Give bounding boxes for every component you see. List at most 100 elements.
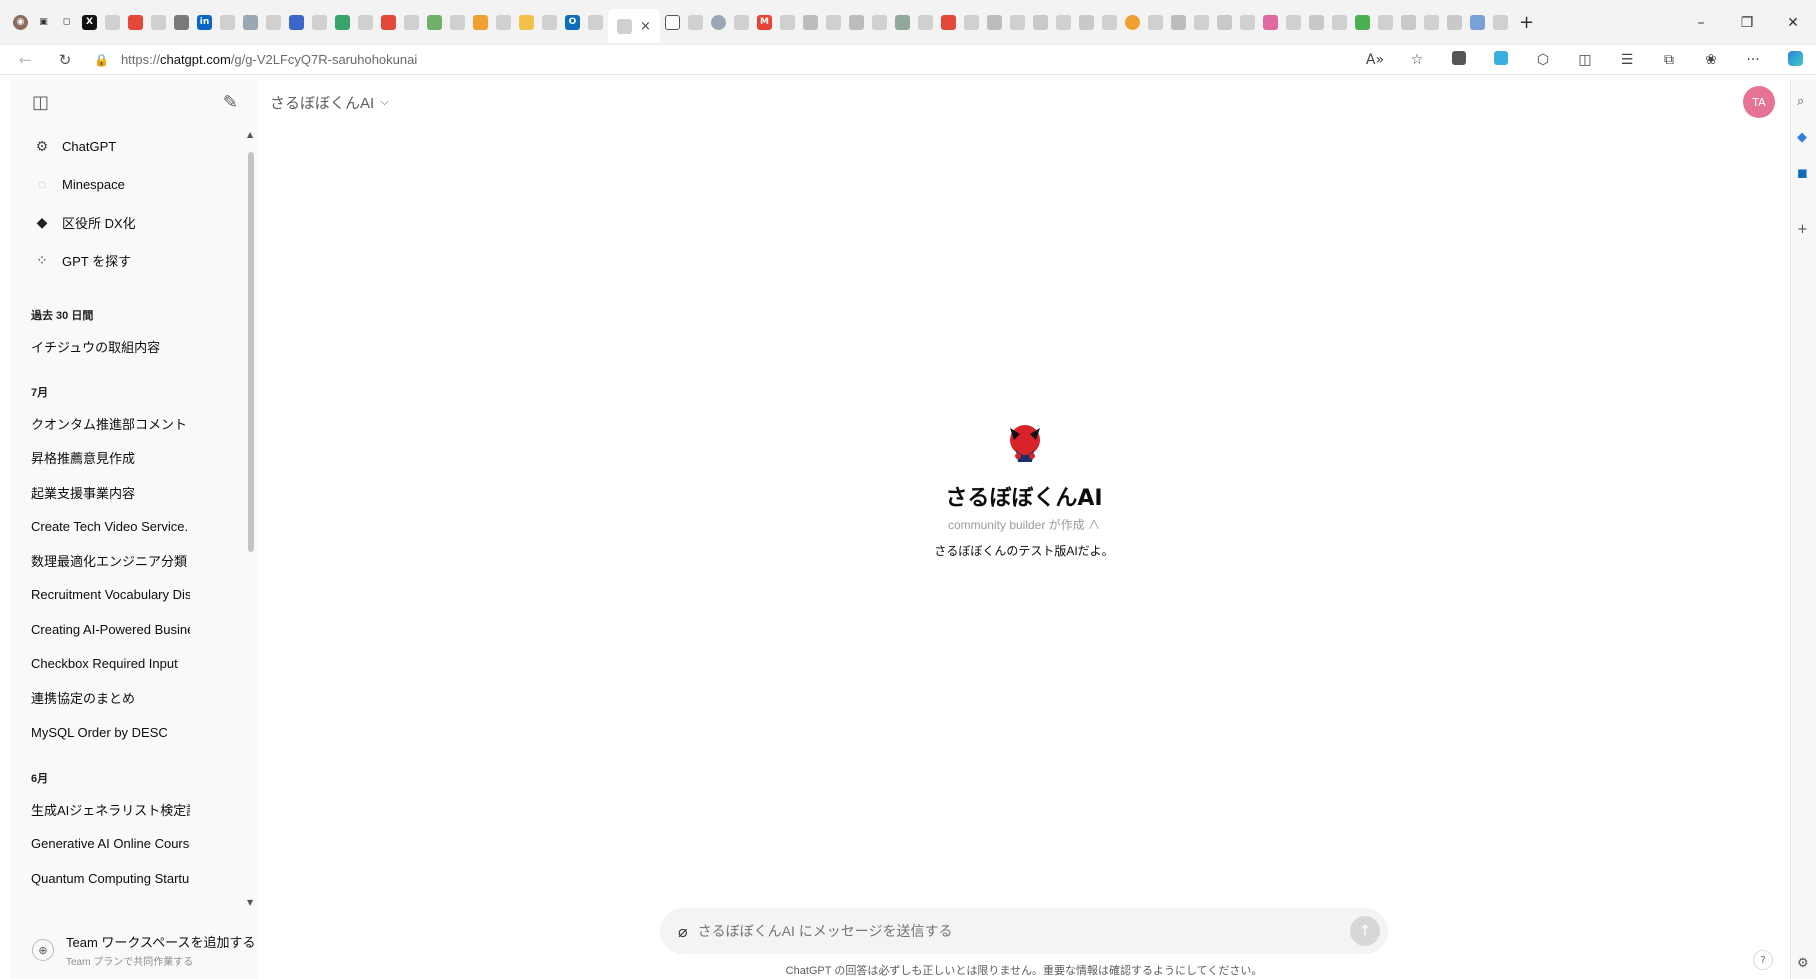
extension-blue-icon[interactable] bbox=[1480, 51, 1522, 69]
tab-item[interactable] bbox=[309, 7, 330, 37]
outlook-rail-icon[interactable]: ◼ bbox=[1797, 166, 1808, 181]
message-input[interactable] bbox=[697, 923, 1350, 939]
tab-item[interactable] bbox=[1191, 7, 1212, 37]
restore-button[interactable]: ❐ bbox=[1724, 15, 1770, 31]
tab-item[interactable] bbox=[1007, 7, 1028, 37]
history-item[interactable]: Recruitment Vocabulary Discuss bbox=[10, 578, 190, 612]
history-item[interactable]: 数理最適化エンジニア分類 bbox=[10, 543, 190, 577]
tab-item[interactable]: O bbox=[562, 7, 583, 37]
tab-item[interactable] bbox=[869, 7, 890, 37]
tab-item[interactable] bbox=[823, 7, 844, 37]
tab-item[interactable] bbox=[286, 7, 307, 37]
collections-icon[interactable]: ⧉ bbox=[1648, 52, 1690, 68]
tab-x[interactable]: X bbox=[79, 7, 100, 37]
tab-item[interactable] bbox=[171, 7, 192, 37]
sidebar-item-chatgpt[interactable]: ⚙ ChatGPT bbox=[10, 127, 258, 165]
tab-item[interactable] bbox=[102, 7, 123, 37]
add-team-workspace-button[interactable]: ⊕ Team ワークスペースを追加する Team プランで共同作業する bbox=[10, 925, 258, 975]
extensions-puzzle-icon[interactable]: ⬡ bbox=[1522, 52, 1564, 68]
tab-item[interactable] bbox=[263, 7, 284, 37]
sidebar-item-kuyakusho-dx[interactable]: ◆ 区役所 DX化 bbox=[10, 203, 258, 241]
tab-item[interactable] bbox=[1214, 7, 1235, 37]
favorite-star-icon[interactable]: ☆ bbox=[1396, 52, 1438, 68]
tab-item[interactable] bbox=[984, 7, 1005, 37]
tab-actions[interactable]: ◻ bbox=[56, 7, 77, 37]
tab-item[interactable] bbox=[1076, 7, 1097, 37]
tab-item[interactable] bbox=[1398, 7, 1419, 37]
tab-item[interactable] bbox=[685, 7, 706, 37]
tab-item[interactable] bbox=[217, 7, 238, 37]
minimize-button[interactable]: – bbox=[1678, 15, 1724, 31]
history-item[interactable]: MySQL Order by DESC bbox=[10, 715, 190, 749]
send-button[interactable]: ↑ bbox=[1350, 916, 1380, 946]
tab-item[interactable] bbox=[961, 7, 982, 37]
add-rail-icon[interactable]: + bbox=[1797, 222, 1808, 237]
copilot-icon[interactable] bbox=[1774, 50, 1816, 70]
tab-item[interactable] bbox=[1444, 7, 1465, 37]
tab-item[interactable] bbox=[1168, 7, 1189, 37]
new-chat-icon[interactable]: ✎ bbox=[223, 92, 238, 113]
tab-item[interactable] bbox=[938, 7, 959, 37]
sidebar-item-minespace[interactable]: ◌ Minespace bbox=[10, 165, 258, 203]
model-selector[interactable]: さるぼぼくんAI ⌵ bbox=[270, 92, 389, 113]
tab-item[interactable] bbox=[915, 7, 936, 37]
tab-item[interactable] bbox=[1490, 7, 1511, 37]
history-item[interactable]: イチジュウの取組内容 bbox=[10, 329, 190, 363]
tab-item[interactable] bbox=[332, 7, 353, 37]
tab-item[interactable] bbox=[1237, 7, 1258, 37]
tab-workspaces[interactable]: ▣ bbox=[33, 7, 54, 37]
tab-item[interactable] bbox=[539, 7, 560, 37]
copilot-rail-icon[interactable]: ◆ bbox=[1797, 130, 1807, 145]
history-item[interactable]: 連携協定のまとめ bbox=[10, 681, 190, 715]
tab-item[interactable] bbox=[240, 7, 261, 37]
tab-item[interactable] bbox=[892, 7, 913, 37]
scroll-up-arrow-icon[interactable]: ▲ bbox=[247, 130, 253, 139]
tab-item[interactable] bbox=[585, 7, 606, 37]
tab-item[interactable] bbox=[800, 7, 821, 37]
split-screen-icon[interactable]: ◫ bbox=[1564, 52, 1606, 68]
tab-item[interactable] bbox=[1099, 7, 1120, 37]
close-window-button[interactable]: ✕ bbox=[1770, 15, 1816, 31]
refresh-button[interactable]: ↻ bbox=[50, 51, 80, 69]
settings-gear-icon[interactable]: ⚙ bbox=[1797, 956, 1809, 971]
history-item[interactable]: クオンタム推進部コメント bbox=[10, 406, 190, 440]
tab-item[interactable] bbox=[1306, 7, 1327, 37]
tab-item[interactable] bbox=[493, 7, 514, 37]
tab-active-chatgpt[interactable]: × bbox=[608, 9, 660, 43]
tab-profile[interactable]: ◉ bbox=[10, 7, 31, 37]
tab-item[interactable] bbox=[447, 7, 468, 37]
user-avatar[interactable]: TA bbox=[1743, 86, 1775, 118]
more-menu-icon[interactable]: ··· bbox=[1732, 52, 1774, 68]
history-item[interactable]: 起業支援事業内容 bbox=[10, 475, 190, 509]
tab-item[interactable] bbox=[1352, 7, 1373, 37]
tab-item[interactable] bbox=[470, 7, 491, 37]
tab-item[interactable] bbox=[1467, 7, 1488, 37]
sidebar-toggle-icon[interactable]: ◫ bbox=[32, 92, 49, 113]
tab-item[interactable]: M bbox=[754, 7, 775, 37]
tab-item[interactable] bbox=[1283, 7, 1304, 37]
history-item[interactable]: 生成AIジェネラリスト検定講座 bbox=[10, 792, 190, 826]
scrollbar-thumb[interactable] bbox=[248, 152, 254, 552]
tab-item[interactable] bbox=[1053, 7, 1074, 37]
history-item[interactable]: Creating AI-Powered Business bbox=[10, 612, 190, 646]
history-item[interactable]: Checkbox Required Input bbox=[10, 646, 190, 680]
tab-item[interactable] bbox=[1030, 7, 1051, 37]
tab-item[interactable] bbox=[1421, 7, 1442, 37]
back-button[interactable]: ← bbox=[10, 51, 40, 69]
history-item[interactable]: Quantum Computing Startup. bbox=[10, 861, 190, 895]
extension-s-icon[interactable] bbox=[1438, 51, 1480, 69]
tab-item[interactable] bbox=[1260, 7, 1281, 37]
read-aloud-icon[interactable]: A» bbox=[1354, 52, 1396, 68]
tab-item[interactable] bbox=[424, 7, 445, 37]
tab-item[interactable] bbox=[401, 7, 422, 37]
tab-item[interactable] bbox=[148, 7, 169, 37]
tab-item[interactable] bbox=[378, 7, 399, 37]
tab-item[interactable]: in bbox=[194, 7, 215, 37]
search-icon[interactable]: ⌕ bbox=[1797, 94, 1804, 109]
lock-icon[interactable]: 🔒 bbox=[94, 53, 109, 67]
tab-item[interactable] bbox=[1122, 7, 1143, 37]
scroll-down-arrow-icon[interactable]: ▼ bbox=[247, 898, 253, 907]
tab-item[interactable] bbox=[1375, 7, 1396, 37]
attach-paperclip-icon[interactable]: ⌀ bbox=[678, 922, 688, 941]
performance-icon[interactable]: ❀ bbox=[1690, 52, 1732, 68]
